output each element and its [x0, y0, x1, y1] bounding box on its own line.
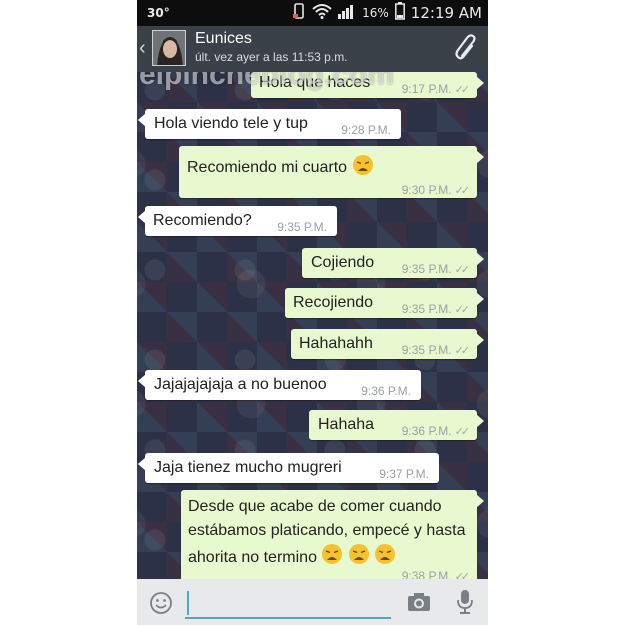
back-chevron-icon[interactable]: ‹: [139, 37, 146, 60]
message-timestamp: 9:35 P.M. ✓✓: [401, 302, 471, 316]
status-bar: 30° 16% 12:19 AM: [137, 0, 488, 26]
compose-bar: [137, 579, 488, 625]
emoji-picker-icon[interactable]: [149, 591, 173, 620]
wifi-icon: [312, 3, 332, 24]
tired-face-emoji-icon: [321, 543, 343, 573]
watermark-text: elpinchebiog.com: [139, 72, 395, 91]
message-bubble-outgoing[interactable]: Hahahahh 9:35 P.M. ✓✓: [291, 329, 484, 359]
double-check-icon: ✓✓: [454, 185, 471, 197]
paperclip-icon[interactable]: [454, 34, 480, 67]
message-bubble-incoming[interactable]: Hola viendo tele y tup 9:28 P.M.: [138, 109, 401, 139]
message-bubble-outgoing[interactable]: Hahaha 9:36 P.M. ✓✓: [309, 410, 484, 440]
message-timestamp: 9:35 P.M. ✓✓: [401, 343, 471, 357]
message-timestamp: 9:35 P.M.: [277, 220, 327, 234]
message-text: Jajajajajaja a no buenoo: [154, 376, 327, 393]
message-text: Recomiendo mi cuarto: [187, 154, 374, 182]
message-bubble-outgoing[interactable]: Cojiendo 9:35 P.M. ✓✓: [302, 248, 484, 278]
camera-icon[interactable]: [407, 591, 431, 618]
message-timestamp: 9:37 P.M.: [379, 467, 429, 481]
microphone-icon[interactable]: [457, 589, 473, 620]
double-check-icon: ✓✓: [454, 426, 471, 438]
message-bubble-incoming[interactable]: Jajajajajaja a no buenoo 9:36 P.M.: [138, 370, 421, 400]
message-bubble-outgoing[interactable]: Recojiendo 9:35 P.M. ✓✓: [285, 288, 484, 318]
message-text: Hola viendo tele y tup: [154, 115, 308, 132]
status-icons: 16% 12:19 AM: [292, 1, 482, 25]
phone-rotate-icon: [292, 2, 306, 24]
battery-icon: [394, 1, 405, 25]
message-timestamp: 9:17 P.M. ✓✓: [401, 82, 471, 96]
double-check-icon: ✓✓: [454, 571, 471, 579]
chat-header: ‹ Eunices últ. vez ayer a las 11:53 p.m.: [137, 26, 488, 72]
message-text: Hahahahh: [299, 335, 373, 352]
message-timestamp: 9:28 P.M.: [341, 123, 391, 137]
message-timestamp: 9:30 P.M. ✓✓: [401, 183, 471, 197]
temperature-text: 30°: [147, 6, 170, 20]
message-bubble-incoming[interactable]: Recomiendo? 9:35 P.M.: [138, 206, 337, 236]
double-check-icon: ✓✓: [454, 84, 471, 96]
clock-time: 12:19 AM: [410, 4, 482, 22]
message-text: Hahaha: [318, 416, 375, 433]
message-timestamp: 9:36 P.M. ✓✓: [401, 424, 471, 438]
message-text: Jaja tienez mucho mugreri: [154, 459, 342, 476]
double-check-icon: ✓✓: [454, 345, 471, 357]
message-bubble-outgoing[interactable]: Desde que acabe de comer cuando estábamo…: [181, 490, 484, 579]
message-timestamp: 9:35 P.M. ✓✓: [401, 262, 471, 276]
tired-face-emoji-icon: [348, 543, 370, 573]
message-timestamp: 9:38 P.M. ✓✓: [402, 566, 471, 579]
message-text: Recojiendo: [293, 294, 374, 311]
message-text: Desde que acabe de comer cuando estábamo…: [188, 495, 472, 573]
message-bubble-outgoing[interactable]: Recomiendo mi cuarto 9:30 P.M. ✓✓: [179, 146, 484, 198]
tired-face-emoji-icon: [374, 543, 396, 573]
contact-name[interactable]: Eunices: [195, 30, 252, 48]
signal-icon: [338, 3, 356, 24]
message-timestamp: 9:36 P.M.: [361, 384, 411, 398]
last-seen-status: últ. vez ayer a las 11:53 p.m.: [195, 50, 348, 64]
message-text: Cojiendo: [311, 254, 375, 271]
double-check-icon: ✓✓: [454, 304, 471, 316]
message-bubble-incoming[interactable]: Jaja tienez mucho mugreri 9:37 P.M.: [138, 453, 439, 483]
message-list[interactable]: Hola que haces 9:17 P.M. ✓✓ Hola viendo t…: [137, 72, 488, 579]
double-check-icon: ✓✓: [454, 264, 471, 276]
battery-percent: 16%: [362, 6, 389, 20]
tired-face-emoji-icon: [352, 154, 374, 182]
message-input[interactable]: [185, 587, 391, 619]
phone-screen: 30° 16% 12:19 AM ‹ Eunices últ. vez ayer…: [137, 0, 488, 625]
text-cursor: [187, 591, 189, 615]
contact-avatar[interactable]: [152, 30, 186, 66]
message-text: Recomiendo?: [153, 212, 252, 229]
